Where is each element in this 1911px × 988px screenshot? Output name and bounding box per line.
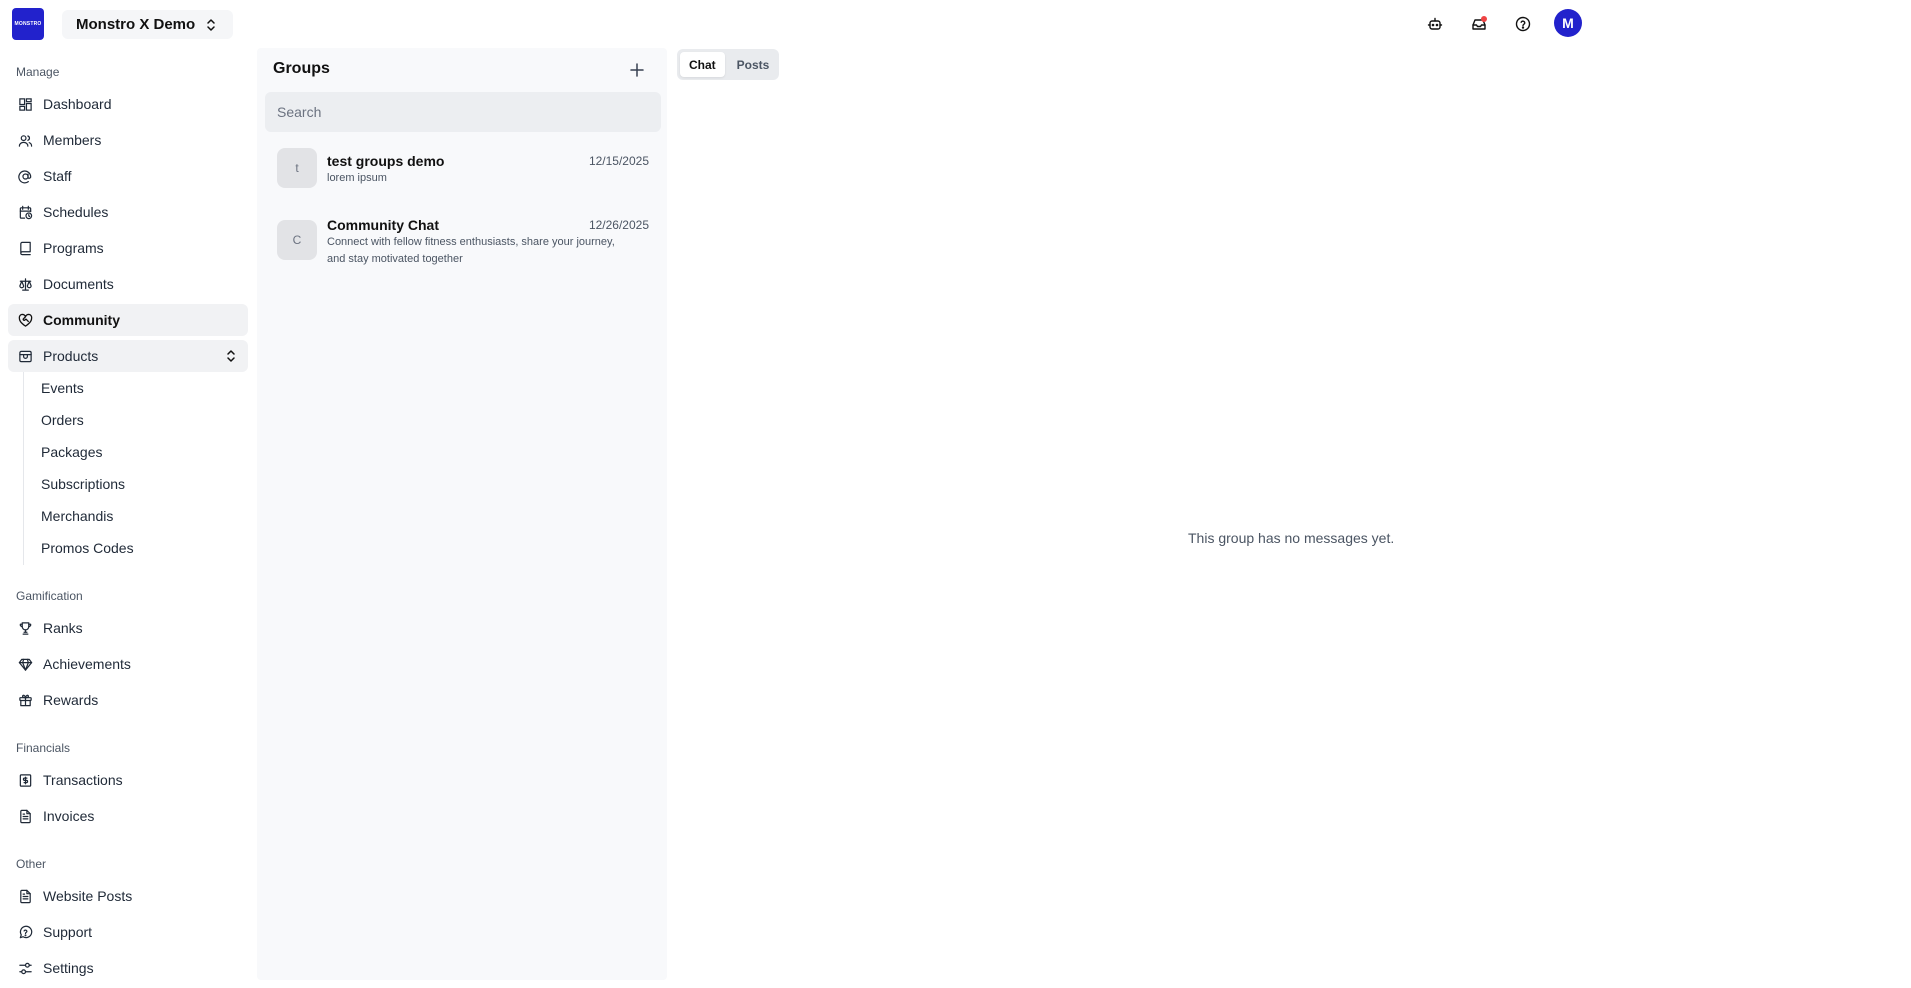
section-label-manage: Manage xyxy=(16,65,60,79)
sidebar-item-products[interactable]: Products xyxy=(8,340,248,372)
notification-dot xyxy=(1481,16,1487,22)
sidebar-item-community[interactable]: Community xyxy=(8,304,248,336)
groups-panel: Groups t test groups demo 12/15/2025 lor… xyxy=(257,48,667,980)
sidebar-item-achievements[interactable]: Achievements xyxy=(8,648,248,680)
sidebar-item-invoices[interactable]: Invoices xyxy=(8,800,248,832)
help-icon xyxy=(1515,16,1531,32)
plus-icon xyxy=(630,63,644,77)
sidebar-item-members[interactable]: Members xyxy=(8,124,248,156)
sidebar-subitem-packages[interactable]: Packages xyxy=(41,441,102,463)
section-label-other: Other xyxy=(16,857,47,871)
sidebar-item-programs[interactable]: Programs xyxy=(8,232,248,264)
group-name: Community Chat xyxy=(327,217,439,233)
bot-button[interactable] xyxy=(1421,10,1449,38)
tab-posts[interactable]: Posts xyxy=(728,52,779,77)
receipt-icon xyxy=(19,773,32,787)
chevrons-up-down-icon xyxy=(207,18,215,31)
empty-chat-message: This group has no messages yet. xyxy=(1188,530,1395,546)
sidebar-item-website-posts[interactable]: Website Posts xyxy=(8,880,248,912)
file-text-icon xyxy=(20,809,31,823)
groups-title: Groups xyxy=(273,60,330,77)
group-list-item[interactable]: t test groups demo 12/15/2025 lorem ipsu… xyxy=(265,148,661,198)
app-logo[interactable]: MONSTRO xyxy=(12,8,44,40)
group-avatar: t xyxy=(277,148,317,188)
sidebar-item-staff[interactable]: Staff xyxy=(8,160,248,192)
group-search-input[interactable] xyxy=(265,92,661,132)
calendar-clock-icon xyxy=(19,205,33,219)
sidebar-item-settings[interactable]: Settings xyxy=(8,952,248,984)
sidebar-item-transactions[interactable]: Transactions xyxy=(8,764,248,796)
chevrons-up-down-icon xyxy=(227,350,235,362)
group-description: Connect with fellow fitness enthusiasts,… xyxy=(327,236,615,265)
inbox-button[interactable] xyxy=(1465,10,1493,38)
section-label-gamification: Gamification xyxy=(16,589,83,603)
scale-icon xyxy=(19,277,32,291)
sidebar-item-support[interactable]: Support xyxy=(8,916,248,948)
sidebar-item-dashboard[interactable]: Dashboard xyxy=(8,88,248,120)
users-icon xyxy=(18,134,33,147)
sidebar-subitem-merchandis[interactable]: Merchandis xyxy=(41,505,113,527)
group-list-item[interactable]: C Community Chat 12/26/2025 Connect with… xyxy=(265,212,661,272)
add-group-button[interactable] xyxy=(627,60,647,80)
org-switcher-button[interactable]: Monstro X Demo xyxy=(62,10,234,39)
sidebar-subitem-orders[interactable]: Orders xyxy=(41,409,84,431)
book-icon xyxy=(20,241,31,255)
sliders-icon xyxy=(19,962,32,974)
file-text-icon xyxy=(20,889,31,903)
bot-icon xyxy=(1427,17,1443,30)
chat-tabs: Chat Posts xyxy=(677,49,779,80)
package-icon xyxy=(19,350,32,362)
sidebar-subitem-promos[interactable]: Promos Codes xyxy=(41,537,134,559)
group-date: 12/26/2025 xyxy=(588,218,649,232)
user-avatar[interactable]: M xyxy=(1554,9,1582,37)
sidebar-item-ranks[interactable]: Ranks xyxy=(8,612,248,644)
sidebar-item-rewards[interactable]: Rewards xyxy=(8,684,248,716)
sidebar-subitem-events[interactable]: Events xyxy=(41,377,84,399)
tab-chat[interactable]: Chat xyxy=(680,52,725,77)
group-description: lorem ipsum xyxy=(327,172,387,184)
help-button[interactable] xyxy=(1509,10,1537,38)
top-bar: MONSTRO Monstro X Demo M xyxy=(0,0,1911,48)
group-date: 12/15/2025 xyxy=(588,154,649,168)
group-name: test groups demo xyxy=(327,153,445,169)
submenu-rail xyxy=(23,372,24,565)
org-name: Monstro X Demo xyxy=(76,16,196,33)
gem-icon xyxy=(18,658,33,671)
sidebar-subitem-subscriptions[interactable]: Subscriptions xyxy=(41,473,125,495)
sidebar-item-schedules[interactable]: Schedules xyxy=(8,196,248,228)
at-sign-icon xyxy=(18,169,32,183)
gift-icon xyxy=(19,694,32,706)
dashboard-icon xyxy=(19,97,32,111)
heart-handshake-icon xyxy=(18,313,33,327)
section-label-financials: Financials xyxy=(16,741,71,755)
message-help-icon xyxy=(19,925,33,938)
group-avatar: C xyxy=(277,220,317,260)
sidebar-item-documents[interactable]: Documents xyxy=(8,268,248,300)
trophy-icon xyxy=(19,621,32,635)
